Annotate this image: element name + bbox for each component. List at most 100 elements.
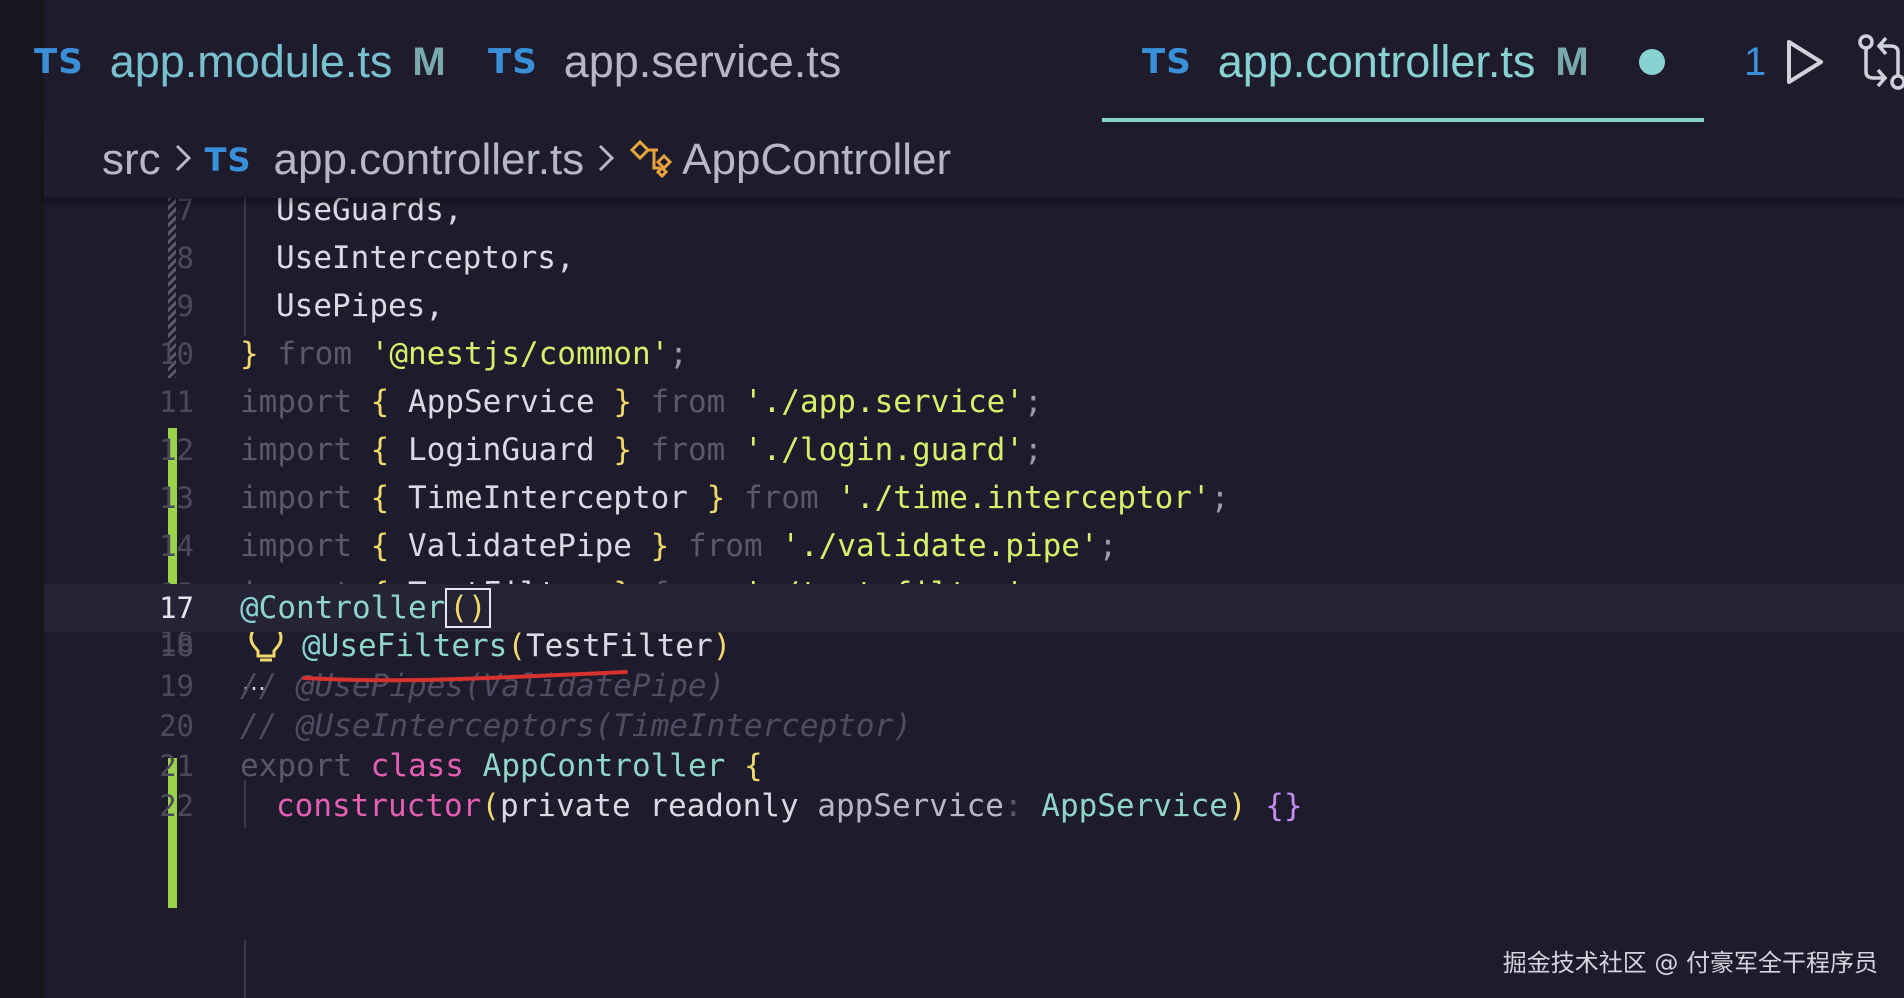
token: ( [481,788,500,824]
token: { [370,480,390,516]
token: AppController [482,748,726,784]
token: { [370,384,390,420]
code-text: import { ValidatePipe } from './validate… [240,522,1117,570]
tab-label: app.module.ts [109,36,393,87]
code-line: 11 import { AppService } from './app.ser… [44,378,1904,426]
line-number: 9 [176,289,194,323]
token: './login.guard' [743,432,1024,468]
tab-label: app.controller.ts [1217,36,1536,87]
token: ; [669,336,688,372]
token: ; [1098,528,1118,564]
tab-label: app.service.ts [563,36,842,87]
code-line: 7 UseGuards, [44,198,1904,234]
run-icon[interactable] [1779,32,1831,92]
token: import [240,384,352,420]
code-text: constructor(private readonly appService:… [276,782,1303,830]
token: { [370,432,390,468]
token: ( [507,628,526,664]
code-line: 12 import { LoginGuard } from './login.g… [44,426,1904,474]
token: @ [302,628,321,664]
breadcrumb-symbol[interactable]: AppController [682,135,951,185]
token: export [240,748,352,784]
token: class [370,748,464,784]
line-number: 7 [176,198,194,227]
token: { [743,748,763,784]
unsaved-dot-icon[interactable] [1638,49,1665,75]
token: from [650,432,726,468]
code-text: import { TimeInterceptor } from './time.… [240,474,1229,522]
token: Controller [258,590,446,626]
tab-app-controller[interactable]: TS app.controller.ts M [1142,30,1665,94]
ts-file-icon: TS [488,42,538,82]
ts-file-icon: TS [1142,42,1192,82]
token: TestFilter [525,628,713,664]
token: } [613,384,632,420]
code-line: 9 UsePipes, [44,282,1904,330]
token: } [613,432,632,468]
chevron-right-icon [594,138,618,183]
token: ; [1023,432,1043,468]
line-number: 13 [159,481,194,515]
line-number: 14 [159,529,194,563]
token: } [706,480,726,516]
tab-app-service[interactable]: TS app.service.ts [488,30,841,94]
token: from [743,480,819,516]
token: ; [1023,384,1043,420]
watermark: 掘金技术社区 @ 付豪军全干程序员 [1502,949,1878,977]
modified-badge: M [412,39,446,84]
token: UseInterceptors, [276,240,575,276]
token: TimeInterceptor [408,480,688,516]
token: } [240,336,259,372]
token: from [277,336,352,372]
code-line: 14 import { ValidatePipe } from './valid… [44,522,1904,570]
code-line: 22 constructor(private readonly appServi… [44,782,1904,830]
token: from [687,528,763,564]
red-annotation-underline [302,670,628,683]
code-editor[interactable]: 7 UseGuards, 8 UseInterceptors, 9 UsePip… [44,198,1904,998]
token: LoginGuard [408,432,595,468]
tab-overflow[interactable]: 1 [1744,40,1766,85]
breadcrumb-folder[interactable]: src [102,135,161,185]
token: ) [1227,788,1247,824]
token: './time.interceptor' [837,480,1211,516]
ts-file-icon: TS [34,42,84,82]
token: { [370,528,390,564]
token: appService [817,788,1004,824]
token: // @UseInterceptors(TimeInterceptor) [240,708,912,744]
token: UsePipes, [276,288,444,324]
tab-app-module[interactable]: TS app.module.ts M [34,30,446,94]
token: {} [1265,788,1303,824]
token: ) [712,628,732,664]
token: import [240,528,352,564]
code-line: 8 UseInterceptors, [44,234,1904,282]
token: readonly [649,788,799,824]
line-number: 10 [159,337,194,371]
breadcrumb-file[interactable]: app.controller.ts [274,135,585,185]
code-text: import { AppService } from './app.servic… [240,378,1043,426]
token: from [650,384,726,420]
token: AppService [408,384,595,420]
token: } [650,528,670,564]
tab-bar: TS app.module.ts M TS app.service.ts TS … [34,0,1904,122]
token: ; [1210,480,1230,516]
token: import [240,432,352,468]
line-number: 11 [159,385,194,419]
git-compare-icon[interactable] [1854,32,1904,92]
token: './app.service' [743,384,1024,420]
modified-badge: M [1555,39,1589,84]
indent-guide [244,940,246,998]
line-number: 12 [159,433,194,467]
breadcrumb: src TS app.controller.ts AppController [44,122,1904,198]
token: constructor [276,788,482,824]
activity-strip [0,0,46,998]
token: ValidatePipe [408,528,632,564]
code-text: import { LoginGuard } from './login.guar… [240,426,1043,474]
ts-file-icon: TS [204,141,252,179]
code-text: UseInterceptors, [276,234,575,282]
code-text: UsePipes, [276,282,444,330]
token: './validate.pipe' [781,528,1099,564]
symbol-class-icon [628,136,673,185]
token: AppService [1041,788,1228,824]
code-text: UseGuards, [276,198,463,234]
token: UseFilters [320,628,508,664]
